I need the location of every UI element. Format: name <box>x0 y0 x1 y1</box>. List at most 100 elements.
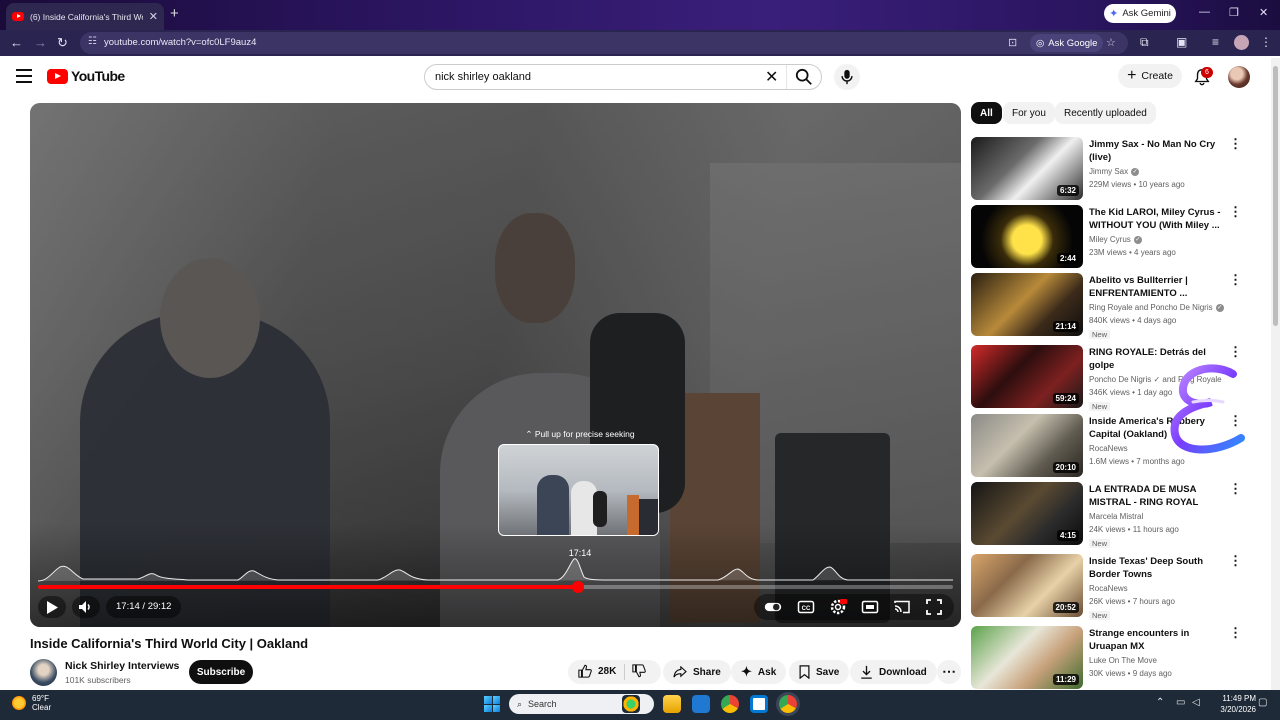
omnibox[interactable]: ☷ youtube.com/watch?v=ofc0LF9auz4 ⊡ ◎ As… <box>80 32 1128 54</box>
url-text[interactable]: youtube.com/watch?v=ofc0LF9auz4 <box>104 37 256 48</box>
close-tab-icon[interactable]: ✕ <box>149 10 158 23</box>
progress-scrubber[interactable] <box>571 581 584 593</box>
notification-center-icon[interactable]: ▢ <box>1258 697 1267 708</box>
network-icon[interactable]: ▭ <box>1176 697 1185 708</box>
play-button[interactable] <box>38 596 66 618</box>
more-options-icon[interactable]: ⋮ <box>1229 137 1242 150</box>
chrome-icon[interactable] <box>721 695 739 713</box>
recommendation-title[interactable]: Jimmy Sax - No Man No Cry (live) <box>1089 138 1221 164</box>
recommendation-thumbnail[interactable]: 20:52 <box>971 554 1083 617</box>
recommendation-item[interactable]: 6:32 Jimmy Sax - No Man No Cry (live) Jimm… <box>971 137 1271 203</box>
search-input[interactable]: nick shirley oakland <box>435 71 531 83</box>
youtube-logo[interactable]: YouTube <box>47 68 125 84</box>
progress-bar[interactable] <box>38 581 953 593</box>
recommendation-channel[interactable]: Jimmy Sax ✓ <box>1089 167 1140 176</box>
recommendation-title[interactable]: LA ENTRADA DE MUSA MISTRAL - RING ROYAL … <box>1089 483 1221 509</box>
browser-menu-icon[interactable]: ⋮ <box>1260 35 1272 49</box>
recommendation-title[interactable]: Abelito vs Bullterrier | ENFRENTAMIENTO … <box>1089 274 1221 300</box>
volume-tray-icon[interactable]: ◁ <box>1192 697 1200 708</box>
ask-button[interactable]: ✦ Ask <box>731 660 787 684</box>
channel-name[interactable]: Nick Shirley Interviews <box>65 660 179 672</box>
search-icon[interactable] <box>795 68 813 86</box>
tray-overflow-icon[interactable]: ⌃ <box>1156 697 1164 708</box>
more-options-icon[interactable]: ⋮ <box>1229 345 1242 358</box>
bookmark-star-icon[interactable]: ☆ <box>1106 36 1116 49</box>
site-settings-icon[interactable]: ☷ <box>88 36 97 47</box>
hamburger-menu-icon[interactable] <box>16 69 32 83</box>
share-button[interactable]: Share <box>663 660 731 684</box>
recommendation-item[interactable]: 20:52 Inside Texas' Deep South Border Tow… <box>971 554 1271 620</box>
recommendation-thumbnail[interactable]: 11:29 <box>971 626 1083 689</box>
taskbar-clock[interactable]: 11:49 PM 3/20/2026 <box>1206 693 1256 715</box>
chip-all[interactable]: All <box>971 102 1002 124</box>
recommendation-channel[interactable]: RocaNews <box>1089 584 1128 593</box>
mute-button[interactable] <box>72 596 100 618</box>
voice-search-button[interactable] <box>834 64 860 90</box>
more-options-icon[interactable]: ⋮ <box>1229 626 1242 639</box>
page-scrollbar[interactable] <box>1271 58 1280 690</box>
browser-profile-avatar[interactable] <box>1234 35 1249 50</box>
recommendation-channel[interactable]: Ring Royale and Poncho De Nigris ✓ <box>1089 303 1224 312</box>
save-button[interactable]: Save <box>789 660 850 684</box>
recommendation-thumbnail[interactable]: 6:32 <box>971 137 1083 200</box>
recommendation-title[interactable]: The Kid LAROI, Miley Cyrus - WITHOUT YOU… <box>1089 206 1221 232</box>
ask-google-button[interactable]: ◎ Ask Google <box>1030 34 1104 52</box>
clear-search-icon[interactable]: ✕ <box>765 67 778 87</box>
recommendation-thumbnail[interactable]: 2:44 <box>971 205 1083 268</box>
more-options-icon[interactable]: ⋮ <box>1229 482 1242 495</box>
new-tab-icon[interactable]: + <box>170 5 179 22</box>
recommendation-channel[interactable]: RocaNews <box>1089 444 1128 453</box>
recommendation-thumbnail[interactable]: 59:24 <box>971 345 1083 408</box>
cast-icon[interactable] <box>893 598 911 616</box>
settings-gear-icon[interactable] <box>829 598 847 616</box>
extensions-icon[interactable]: ⧉ <box>1140 35 1149 50</box>
install-app-icon[interactable]: ⊡ <box>1008 36 1017 49</box>
maximize-icon[interactable]: ❐ <box>1229 6 1239 19</box>
reload-icon[interactable]: ↻ <box>57 35 68 51</box>
more-options-icon[interactable]: ⋮ <box>1229 205 1242 218</box>
recommendation-item[interactable]: 2:44 The Kid LAROI, Miley Cyrus - WITHOUT… <box>971 205 1271 271</box>
thumbs-down-icon[interactable] <box>632 664 646 678</box>
download-button[interactable]: Download <box>850 660 937 684</box>
recommendation-title[interactable]: Inside Texas' Deep South Border Towns <box>1089 555 1221 581</box>
recommendation-thumbnail[interactable]: 20:10 <box>971 414 1083 477</box>
channel-avatar[interactable] <box>30 659 57 686</box>
back-icon[interactable]: ← <box>10 35 23 50</box>
minimize-icon[interactable]: — <box>1199 6 1210 18</box>
more-options-icon[interactable]: ⋮ <box>1229 554 1242 567</box>
recommendation-item[interactable]: 4:15 LA ENTRADA DE MUSA MISTRAL - RING RO… <box>971 482 1271 548</box>
windows-start-icon[interactable] <box>484 696 500 712</box>
miniplayer-icon[interactable] <box>861 598 879 616</box>
scrollbar-thumb[interactable] <box>1273 66 1278 326</box>
outlook-icon[interactable] <box>692 695 710 713</box>
window-close-icon[interactable]: ✕ <box>1259 6 1268 19</box>
more-actions-button[interactable]: ⋯ <box>937 660 961 684</box>
subscribe-button[interactable]: Subscribe <box>189 660 253 684</box>
browser-tab[interactable]: (6) Inside California's Third Wo ✕ <box>6 3 164 30</box>
recommendation-thumbnail[interactable]: 21:14 <box>971 273 1083 336</box>
recommendation-item[interactable]: 11:29 Strange encounters in Uruapan MX Luk… <box>971 626 1271 692</box>
microsoft-store-icon[interactable] <box>750 695 768 713</box>
forward-icon[interactable]: → <box>34 35 47 50</box>
recommendation-title[interactable]: Strange encounters in Uruapan MX <box>1089 627 1221 653</box>
fullscreen-icon[interactable] <box>925 598 943 616</box>
create-button[interactable]: + Create <box>1118 64 1182 88</box>
search-box[interactable]: nick shirley oakland ✕ <box>424 64 822 90</box>
account-avatar[interactable] <box>1228 66 1250 88</box>
recommendation-channel[interactable]: Marcela Mistral <box>1089 512 1143 521</box>
weather-widget[interactable]: 69°F Clear <box>12 694 51 712</box>
widgets-icon[interactable] <box>622 695 640 713</box>
recommendation-channel[interactable]: Miley Cyrus ✓ <box>1089 235 1142 244</box>
reading-list-icon[interactable]: ≡ <box>1212 35 1219 49</box>
recommendation-channel[interactable]: Luke On The Move <box>1089 656 1157 665</box>
captions-icon[interactable]: CC <box>797 598 815 616</box>
chip-for-you[interactable]: For you <box>1003 102 1055 124</box>
split-view-icon[interactable]: ▣ <box>1176 35 1187 49</box>
file-explorer-icon[interactable] <box>663 695 681 713</box>
like-button[interactable]: 28K <box>578 664 616 678</box>
recommendation-thumbnail[interactable]: 4:15 <box>971 482 1083 545</box>
chrome-active-icon[interactable] <box>779 695 797 713</box>
recommendation-item[interactable]: 21:14 Abelito vs Bullterrier | ENFRENTAMI… <box>971 273 1271 339</box>
chip-recently-uploaded[interactable]: Recently uploaded <box>1055 102 1156 124</box>
video-player[interactable]: ⌃ Pull up for precise seeking 17:14 17:1… <box>30 103 961 627</box>
